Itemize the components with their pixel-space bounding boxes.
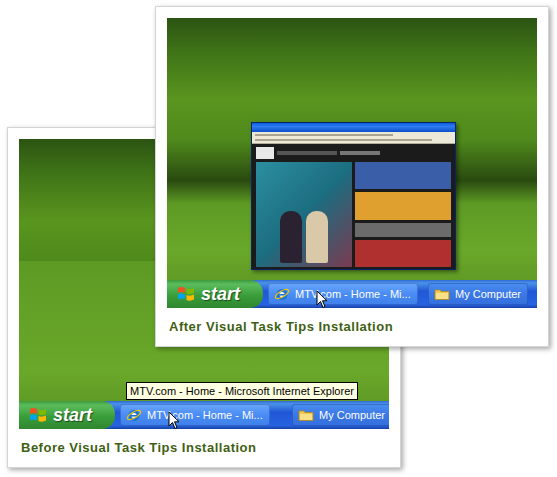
my-computer-icon: [434, 286, 450, 302]
taskbar-button[interactable]: MTV.com - Home - Mi...: [268, 283, 418, 305]
preview-photo: [256, 162, 352, 267]
preview-page-body: [256, 162, 451, 267]
start-button[interactable]: start: [167, 280, 263, 308]
window-preview-thumbnail: [251, 122, 456, 270]
windows-flag-icon: [29, 406, 47, 424]
card-caption: Before Visual Task Tips Installation: [19, 429, 389, 467]
taskbar-tooltip: MTV.com - Home - Microsoft Internet Expl…: [126, 382, 358, 400]
taskbar: startMTV.com - Home - Mi... My Computer: [167, 280, 537, 308]
comparison-stage: MTV.com - Home - Microsoft Internet Expl…: [0, 0, 557, 477]
taskbar-button[interactable]: MTV.com - Home - Mi...: [120, 404, 270, 426]
internet-explorer-icon: [274, 286, 290, 302]
preview-side-column: [355, 162, 451, 267]
internet-explorer-icon: [126, 407, 142, 423]
preview-page-header: [256, 146, 451, 160]
preview-page: [252, 144, 455, 269]
taskbar: startMTV.com - Home - Mi... My Computer: [19, 401, 389, 429]
desktop-screenshot: startMTV.com - Home - Mi... My Computer: [167, 18, 537, 308]
card-caption: After Visual Task Tips Installation: [167, 308, 537, 346]
screenshot-card: startMTV.com - Home - Mi... My Computer Af…: [155, 6, 549, 347]
start-button[interactable]: start: [19, 401, 115, 429]
preview-toolbar: [252, 132, 455, 144]
mouse-cursor-icon: [168, 411, 180, 429]
mouse-cursor-icon: [316, 290, 328, 308]
taskbar-button[interactable]: My Computer: [292, 404, 389, 426]
my-computer-icon: [298, 407, 314, 423]
preview-title-bar: [252, 123, 455, 132]
taskbar-button[interactable]: My Computer: [428, 283, 528, 305]
windows-flag-icon: [177, 285, 195, 303]
